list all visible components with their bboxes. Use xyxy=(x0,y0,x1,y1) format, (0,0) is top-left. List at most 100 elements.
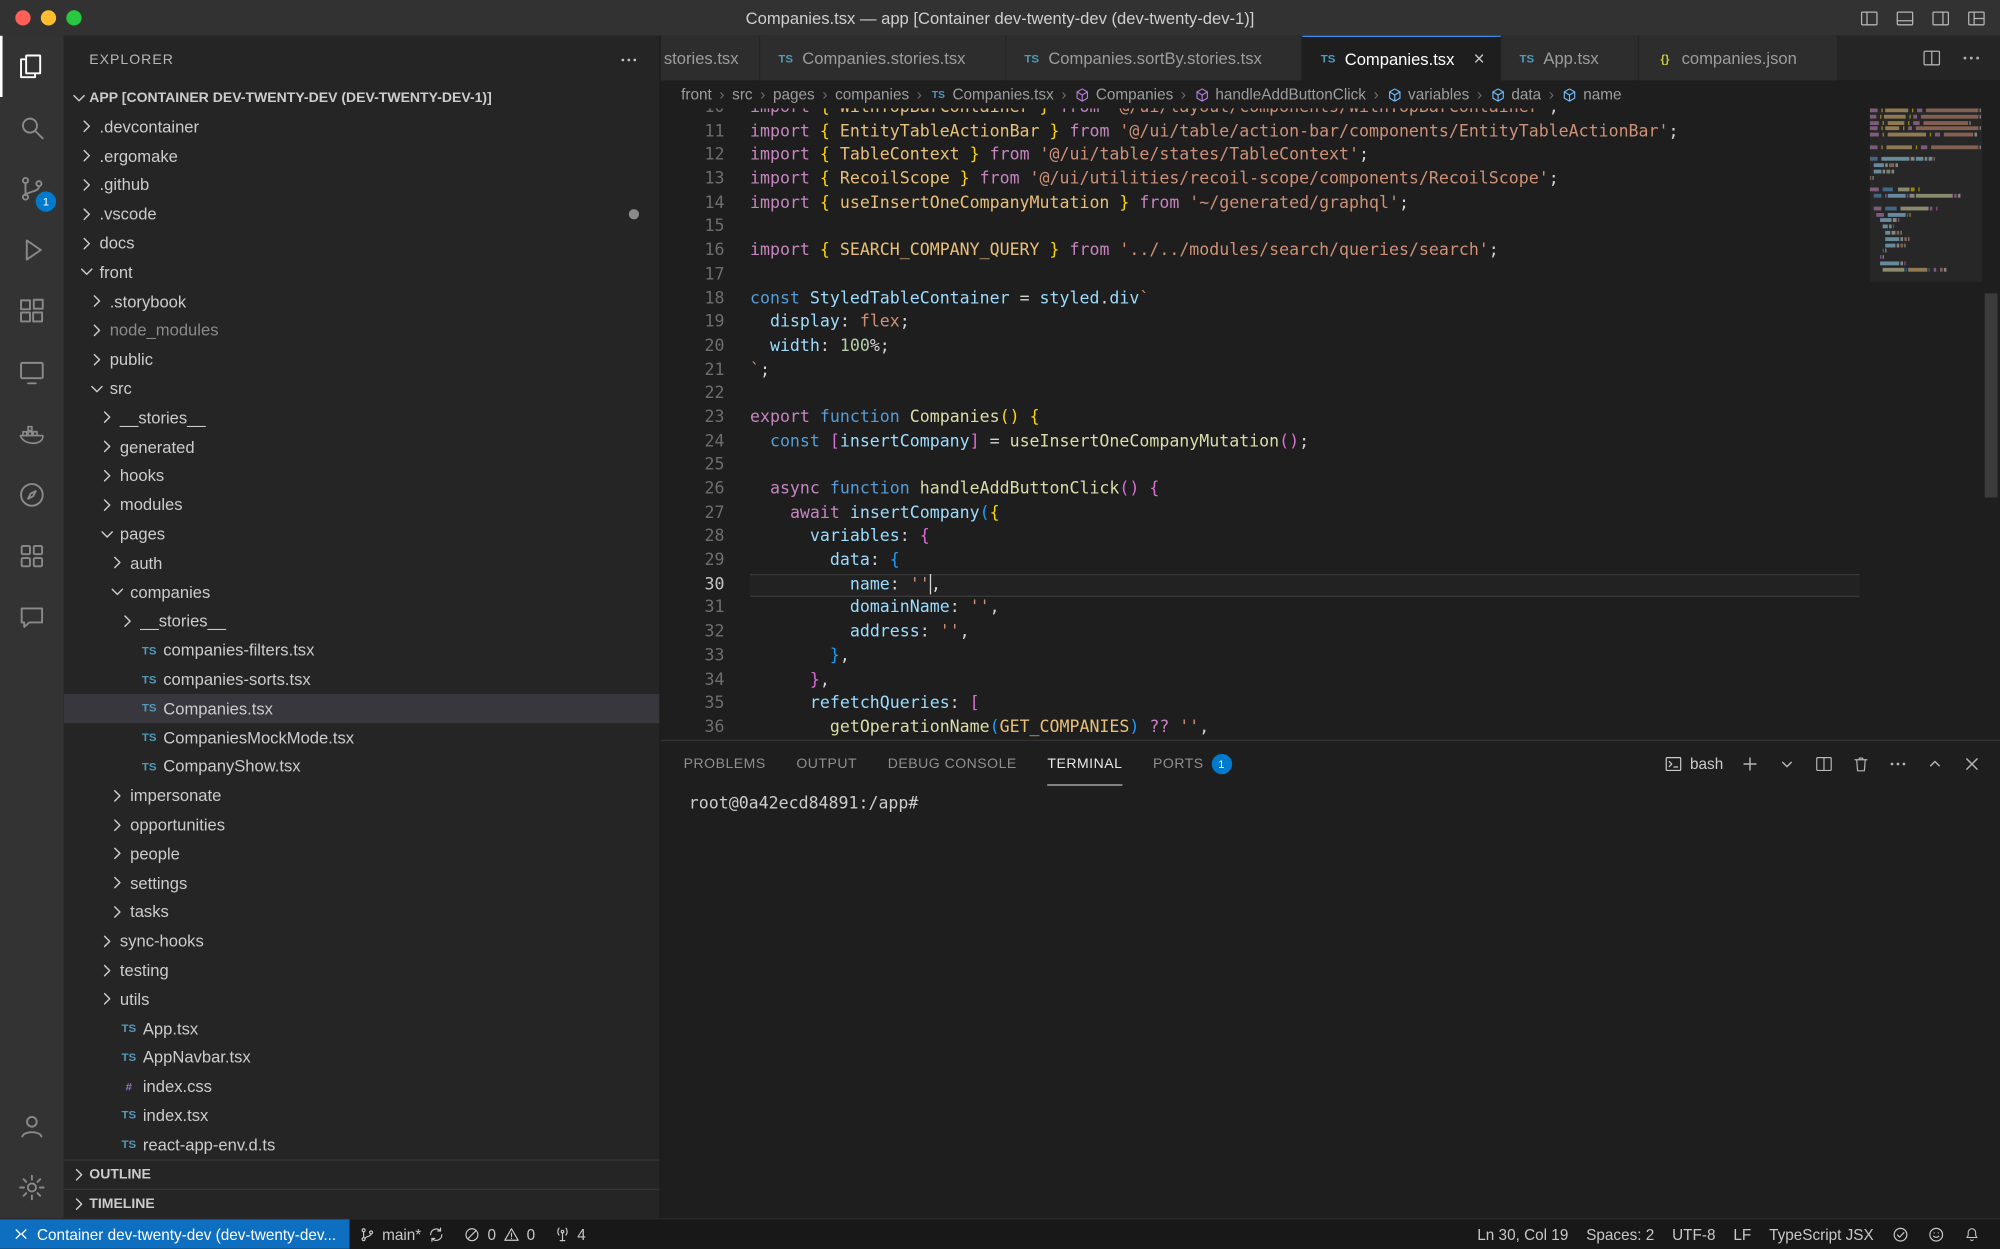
code-line-20[interactable]: 20 width: 100%; xyxy=(661,335,1860,359)
split-editor-icon[interactable] xyxy=(1921,47,1943,69)
code-line-10[interactable]: 10import { WithTopBarContainer } from '@… xyxy=(661,108,1860,120)
panel-tab-output[interactable]: OUTPUT xyxy=(796,741,857,786)
tree-folder-docs[interactable]: docs xyxy=(64,229,660,258)
split-terminal-icon[interactable] xyxy=(1814,753,1834,773)
line-number[interactable]: 32 xyxy=(661,621,750,645)
kill-terminal-icon[interactable] xyxy=(1851,753,1871,773)
explorer-more-actions-icon[interactable] xyxy=(619,49,639,69)
line-number[interactable]: 24 xyxy=(661,431,750,455)
new-terminal-icon[interactable] xyxy=(1740,753,1760,773)
line-number[interactable]: 12 xyxy=(661,145,750,169)
breadcrumb-item-Companies.tsx[interactable]: TSCompanies.tsx xyxy=(930,85,1054,103)
eol-status[interactable]: LF xyxy=(1724,1219,1760,1248)
cursor-position-status[interactable]: Ln 30, Col 19 xyxy=(1468,1219,1577,1248)
line-number[interactable]: 30 xyxy=(661,574,750,598)
tab-companies.json[interactable]: {}companies.json xyxy=(1640,36,1838,81)
tree-file-Companies.tsx[interactable]: TSCompanies.tsx xyxy=(64,694,660,723)
tree-folder-opportunities[interactable]: opportunities xyxy=(64,810,660,839)
tree-folder-people[interactable]: people xyxy=(64,839,660,868)
tree-folder-__stories__[interactable]: __stories__ xyxy=(64,403,660,432)
outline-section-header[interactable]: OUTLINE xyxy=(64,1159,660,1188)
code-line-36[interactable]: 36 getOperationName(GET_COMPANIES) ?? ''… xyxy=(661,717,1860,740)
ports-status[interactable]: 4 xyxy=(544,1219,595,1248)
tree-folder-modules[interactable]: modules xyxy=(64,490,660,519)
line-number[interactable]: 25 xyxy=(661,454,750,478)
line-number[interactable]: 13 xyxy=(661,168,750,192)
close-panel-icon[interactable] xyxy=(1962,753,1982,773)
tree-file-AppNavbar.tsx[interactable]: TSAppNavbar.tsx xyxy=(64,1043,660,1072)
close-window-button[interactable] xyxy=(15,10,30,25)
line-number[interactable]: 14 xyxy=(661,192,750,216)
feedback-status[interactable] xyxy=(1918,1219,1954,1248)
tree-file-CompanyShow.tsx[interactable]: TSCompanyShow.tsx xyxy=(64,752,660,781)
breadcrumb-item-variables[interactable]: variables xyxy=(1386,85,1469,103)
code-editor[interactable]: 10import { WithTopBarContainer } from '@… xyxy=(661,108,2000,739)
toggle-primary-sidebar-icon[interactable] xyxy=(1858,7,1880,29)
breadcrumb-item-companies[interactable]: companies xyxy=(835,85,909,103)
code-line-18[interactable]: 18const StyledTableContainer = styled.di… xyxy=(661,288,1860,312)
code-line-30[interactable]: 30 name: '', xyxy=(661,574,1860,598)
panel-tab-debug-console[interactable]: DEBUG CONSOLE xyxy=(888,741,1017,786)
account-activity-item[interactable] xyxy=(0,1096,64,1157)
indentation-status[interactable]: Spaces: 2 xyxy=(1577,1219,1663,1248)
tree-file-index.tsx[interactable]: TSindex.tsx xyxy=(64,1101,660,1130)
tree-folder-settings[interactable]: settings xyxy=(64,868,660,897)
ellipsis-icon[interactable] xyxy=(1960,47,1982,69)
code-line-12[interactable]: 12import { TableContext } from '@/ui/tab… xyxy=(661,145,1860,169)
line-number[interactable]: 21 xyxy=(661,359,750,383)
tree-folder-generated[interactable]: generated xyxy=(64,432,660,461)
line-number[interactable]: 33 xyxy=(661,645,750,669)
tree-folder-tasks[interactable]: tasks xyxy=(64,897,660,926)
line-number[interactable]: 35 xyxy=(661,693,750,717)
code-line-33[interactable]: 33 }, xyxy=(661,645,1860,669)
line-number[interactable]: 23 xyxy=(661,407,750,431)
panel-tab-ports[interactable]: PORTS1 xyxy=(1153,741,1232,786)
toggle-panel-icon[interactable] xyxy=(1894,7,1916,29)
line-number[interactable]: 31 xyxy=(661,597,750,621)
code-line-35[interactable]: 35 refetchQueries: [ xyxy=(661,693,1860,717)
line-number[interactable]: 36 xyxy=(661,717,750,740)
code-line-13[interactable]: 13import { RecoilScope } from '@/ui/util… xyxy=(661,168,1860,192)
code-line-32[interactable]: 32 address: '', xyxy=(661,621,1860,645)
apps-activity-item[interactable] xyxy=(0,526,64,587)
panel-tab-problems[interactable]: PROBLEMS xyxy=(684,741,766,786)
panel-tab-terminal[interactable]: TERMINAL xyxy=(1047,741,1122,786)
line-number[interactable]: 18 xyxy=(661,288,750,312)
minimap[interactable] xyxy=(1870,108,1982,739)
line-number[interactable]: 10 xyxy=(661,108,750,120)
tree-folder-hooks[interactable]: hooks xyxy=(64,461,660,490)
files-activity-item[interactable] xyxy=(0,36,64,97)
code-line-22[interactable]: 22 xyxy=(661,383,1860,407)
run-debug-activity-item[interactable] xyxy=(0,219,64,280)
encoding-status[interactable]: UTF-8 xyxy=(1663,1219,1724,1248)
branch-status[interactable]: main* xyxy=(349,1219,454,1248)
tab-Companies.stories.tsx[interactable]: TSCompanies.stories.tsx xyxy=(760,36,1006,81)
tree-folder-pages[interactable]: pages xyxy=(64,519,660,548)
tree-folder-.vscode[interactable]: .vscode xyxy=(64,199,660,228)
tree-file-index.css[interactable]: #index.css xyxy=(64,1072,660,1101)
code-line-28[interactable]: 28 variables: { xyxy=(661,526,1860,550)
tree-folder-utils[interactable]: utils xyxy=(64,985,660,1014)
line-number[interactable]: 15 xyxy=(661,216,750,240)
line-number[interactable]: 17 xyxy=(661,264,750,288)
remote-explorer-activity-item[interactable] xyxy=(0,342,64,403)
tree-file-CompaniesMockMode.tsx[interactable]: TSCompaniesMockMode.tsx xyxy=(64,723,660,752)
remote-indicator[interactable]: Container dev-twenty-dev (dev-twenty-dev… xyxy=(0,1219,349,1248)
notifications-status[interactable] xyxy=(1954,1219,1990,1248)
tree-folder-.devcontainer[interactable]: .devcontainer xyxy=(64,112,660,141)
zoom-window-button[interactable] xyxy=(66,10,81,25)
code-line-31[interactable]: 31 domainName: '', xyxy=(661,597,1860,621)
line-number[interactable]: 29 xyxy=(661,550,750,574)
code-line-11[interactable]: 11import { EntityTableActionBar } from '… xyxy=(661,121,1860,145)
code-line-34[interactable]: 34 }, xyxy=(661,669,1860,693)
timeline-section-header[interactable]: TIMELINE xyxy=(64,1188,660,1217)
breadcrumb-item-pages[interactable]: pages xyxy=(773,85,815,103)
code-line-27[interactable]: 27 await insertCompany({ xyxy=(661,502,1860,526)
line-number[interactable]: 34 xyxy=(661,669,750,693)
tab-App.tsx[interactable]: TSApp.tsx xyxy=(1501,36,1639,81)
code-line-17[interactable]: 17 xyxy=(661,264,1860,288)
code-line-23[interactable]: 23export function Companies() { xyxy=(661,407,1860,431)
tree-folder-.ergomake[interactable]: .ergomake xyxy=(64,141,660,170)
breadcrumb-item-data[interactable]: data xyxy=(1490,85,1541,103)
tab-Companies.sortBy.stories.tsx[interactable]: TSCompanies.sortBy.stories.tsx xyxy=(1006,36,1302,81)
